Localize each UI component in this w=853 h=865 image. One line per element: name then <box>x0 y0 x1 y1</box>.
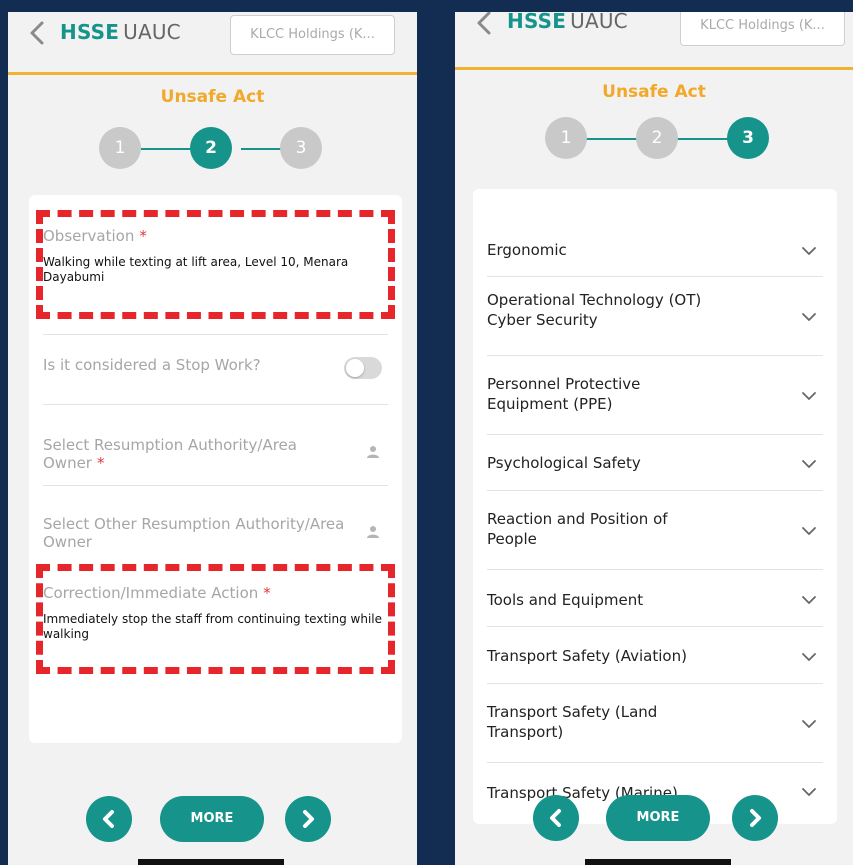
category-psychological-safety[interactable]: Psychological Safety <box>487 435 823 491</box>
more-button[interactable]: MORE <box>606 795 710 841</box>
highlight-box-correction <box>36 564 395 674</box>
app-title-brand: HSSE <box>60 20 120 44</box>
divider <box>43 334 388 335</box>
category-transport-aviation[interactable]: Transport Safety (Aviation) <box>487 627 823 684</box>
chevron-left-icon <box>30 21 44 45</box>
more-button[interactable]: MORE <box>160 796 264 842</box>
app-header: HSSE UAUC KLCC Holdings (K... <box>8 12 417 75</box>
highlight-box-observation <box>36 210 395 319</box>
category-card: Ergonomic Operational Technology (OT) Cy… <box>473 189 837 824</box>
step-indicator: 1 2 3 <box>455 117 853 161</box>
form-card: Observation * Walking while texting at li… <box>29 195 402 743</box>
divider <box>43 404 388 405</box>
phone-screen-step-2: HSSE UAUC KLCC Holdings (K... Unsafe Act … <box>8 12 417 865</box>
app-header: HSSE UAUC KLCC Holdings (K... <box>455 12 853 70</box>
step-2[interactable]: 2 <box>636 117 678 159</box>
section-title: Unsafe Act <box>160 87 265 107</box>
other-resumption-authority-field[interactable]: Select Other Resumption Authority/Area O… <box>43 515 352 551</box>
chevron-down-icon <box>802 788 816 796</box>
resumption-authority-label: Select Resumption Authority/Area Owner * <box>43 436 352 472</box>
home-indicator <box>138 859 284 865</box>
arrow-left-icon <box>103 810 114 828</box>
category-label: Tools and Equipment <box>487 591 644 609</box>
chevron-down-icon <box>802 392 816 400</box>
next-button[interactable] <box>732 795 778 841</box>
chevron-down-icon <box>802 527 816 535</box>
stop-work-row: Is it considered a Stop Work? <box>43 356 388 374</box>
back-button[interactable] <box>28 21 46 45</box>
person-icon[interactable] <box>366 525 380 539</box>
resumption-authority-label-text: Select Resumption Authority/Area Owner <box>43 436 297 472</box>
category-label: Psychological Safety <box>487 454 641 472</box>
previous-button[interactable] <box>533 795 579 841</box>
back-button[interactable] <box>475 12 493 35</box>
company-selector[interactable]: KLCC Holdings (K... <box>680 12 845 46</box>
phone-screen-step-3: HSSE UAUC KLCC Holdings (K... Unsafe Act … <box>455 12 853 865</box>
app-title: HSSE UAUC <box>507 12 628 33</box>
app-title-name: UAUC <box>123 20 181 44</box>
required-mark: * <box>96 454 105 472</box>
chevron-down-icon <box>802 247 816 255</box>
step-1[interactable]: 1 <box>99 127 141 169</box>
divider <box>43 485 388 486</box>
category-label: Operational Technology (OT) Cyber Securi… <box>487 291 702 329</box>
step-3[interactable]: 3 <box>280 127 322 169</box>
app-title-name: UAUC <box>570 12 628 33</box>
arrow-right-icon <box>750 809 761 827</box>
category-label: Transport Safety (Land Transport) <box>487 703 658 741</box>
category-transport-land[interactable]: Transport Safety (Land Transport) <box>487 684 823 763</box>
step-2-active[interactable]: 2 <box>190 127 232 169</box>
chevron-down-icon <box>802 653 816 661</box>
stop-work-toggle[interactable] <box>344 357 382 379</box>
category-label: Personnel Protective Equipment (PPE) <box>487 375 641 413</box>
chevron-left-icon <box>477 12 491 35</box>
app-title: HSSE UAUC <box>60 20 181 44</box>
app-title-brand: HSSE <box>507 12 567 33</box>
chevron-down-icon <box>802 596 816 604</box>
category-tools-equipment[interactable]: Tools and Equipment <box>487 570 823 627</box>
home-indicator <box>585 859 731 865</box>
category-label: Ergonomic <box>487 241 567 259</box>
stop-work-label: Is it considered a Stop Work? <box>43 356 261 374</box>
previous-button[interactable] <box>86 796 132 842</box>
person-icon[interactable] <box>366 445 380 459</box>
category-ppe[interactable]: Personnel Protective Equipment (PPE) <box>487 356 823 435</box>
section-title: Unsafe Act <box>602 82 706 102</box>
resumption-authority-field[interactable]: Select Resumption Authority/Area Owner * <box>43 436 352 472</box>
chevron-down-icon <box>802 460 816 468</box>
company-selector[interactable]: KLCC Holdings (K... <box>230 15 395 55</box>
category-ergonomic[interactable]: Ergonomic <box>487 206 823 277</box>
step-1[interactable]: 1 <box>545 117 587 159</box>
arrow-right-icon <box>303 810 314 828</box>
step-indicator: 1 2 3 <box>8 127 417 171</box>
toggle-knob <box>346 359 364 377</box>
category-label: Reaction and Position of People <box>487 510 668 548</box>
next-button[interactable] <box>285 796 331 842</box>
category-ot-cyber-security[interactable]: Operational Technology (OT) Cyber Securi… <box>487 277 823 356</box>
category-reaction-position-of-people[interactable]: Reaction and Position of People <box>487 491 823 570</box>
chevron-down-icon <box>802 313 816 321</box>
arrow-left-icon <box>550 809 561 827</box>
category-label: Transport Safety (Aviation) <box>487 647 687 665</box>
other-resumption-authority-label: Select Other Resumption Authority/Area O… <box>43 515 345 551</box>
step-3-active[interactable]: 3 <box>727 117 769 159</box>
chevron-down-icon <box>802 720 816 728</box>
